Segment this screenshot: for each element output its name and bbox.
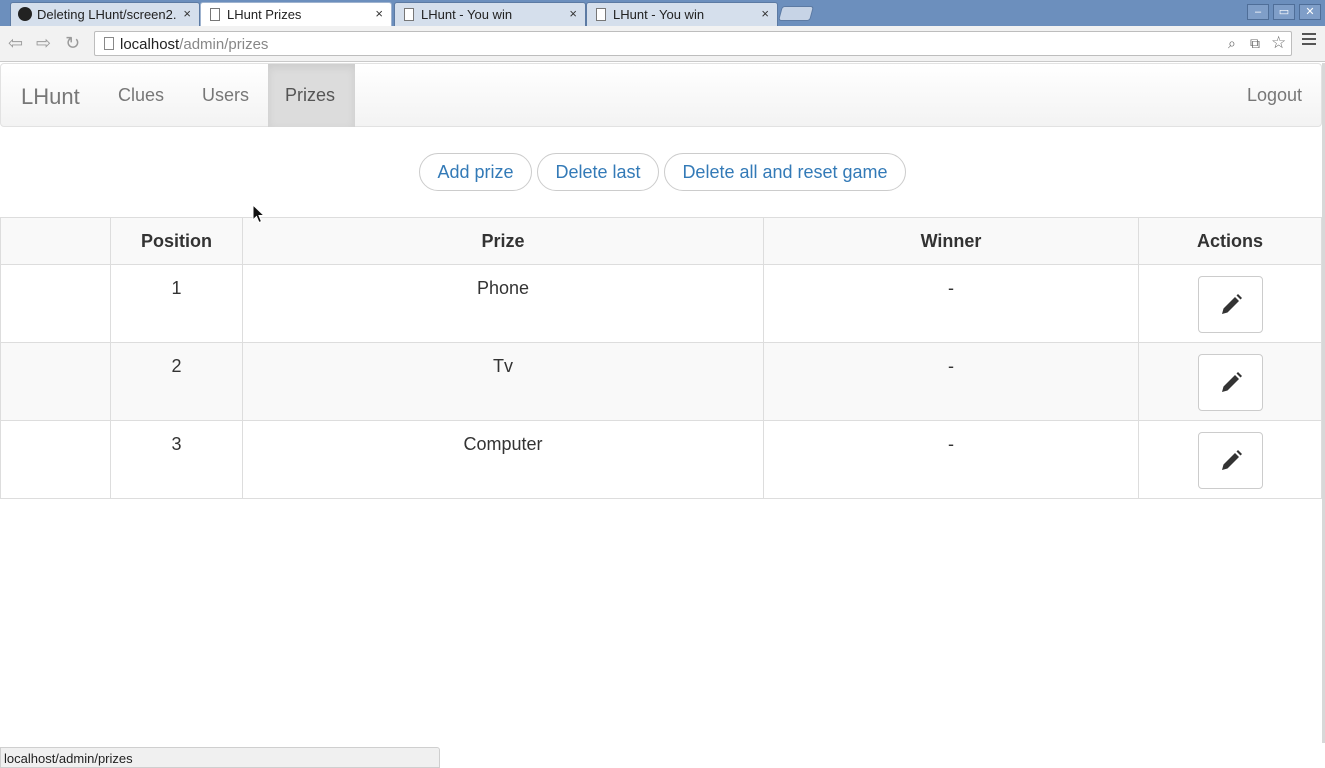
restore-button[interactable]: ▭ <box>1273 4 1295 20</box>
prize-cell: Phone <box>242 264 764 343</box>
forward-icon[interactable]: ⇨ <box>36 32 51 54</box>
pencil-icon <box>1221 450 1242 470</box>
app-navbar: LHunt Clues Users Prizes Logout <box>0 63 1322 127</box>
tab-close-icon[interactable]: × <box>375 6 383 21</box>
delete-last-button[interactable]: Delete last <box>537 153 659 191</box>
translate-icon[interactable]: ⧉ <box>1250 35 1260 52</box>
edit-prize-button[interactable] <box>1197 354 1263 411</box>
brand-logo[interactable]: LHunt <box>21 84 80 110</box>
tab-close-icon[interactable]: × <box>183 6 191 21</box>
reset-game-button[interactable]: Delete all and reset game <box>664 153 906 191</box>
position-cell: 3 <box>110 420 243 499</box>
tab-title: Deleting LHunt/screen2. <box>37 7 177 22</box>
nav-link-clues[interactable]: Clues <box>101 64 181 127</box>
column-header-position: Position <box>110 217 243 265</box>
url-path: /admin/prizes <box>179 36 269 53</box>
browser-toolbar: ⇦ ⇨ ↻ localhost/admin/prizes ⌕ ⧉ ☆ <box>0 26 1325 62</box>
bookmark-star-icon[interactable]: ☆ <box>1271 33 1286 53</box>
page-icon <box>596 8 606 21</box>
nav-link-users[interactable]: Users <box>185 64 266 127</box>
github-icon <box>18 7 32 21</box>
tab-title: LHunt Prizes <box>227 7 302 22</box>
row-blank-cell <box>0 420 111 499</box>
mouse-cursor-icon <box>252 204 266 224</box>
table-row: 1 Phone - <box>0 264 1322 343</box>
pencil-icon <box>1221 372 1242 392</box>
tab-title: LHunt - You win <box>421 7 513 22</box>
add-prize-button[interactable]: Add prize <box>419 153 532 191</box>
actions-cell <box>1138 420 1322 499</box>
page-icon <box>104 37 114 50</box>
logout-link[interactable]: Logout <box>1247 64 1302 126</box>
prize-cell: Computer <box>242 420 764 499</box>
reload-icon[interactable]: ↻ <box>65 32 80 54</box>
url-host: localhost <box>120 36 180 53</box>
position-cell: 2 <box>110 342 243 421</box>
edit-prize-button[interactable] <box>1197 276 1263 333</box>
column-header-actions: Actions <box>1138 217 1322 265</box>
browser-tab-active[interactable]: LHunt Prizes × <box>200 2 392 27</box>
zoom-icon[interactable]: ⌕ <box>1228 35 1236 52</box>
column-header-winner: Winner <box>763 217 1139 265</box>
table-header-row: Position Prize Winner Actions <box>0 217 1322 265</box>
browser-tab[interactable]: LHunt - You win × <box>586 2 778 26</box>
actions-cell <box>1138 342 1322 421</box>
table-row: 3 Computer - <box>0 420 1322 499</box>
nav-link-prizes[interactable]: Prizes <box>268 64 355 127</box>
column-header-blank <box>0 217 111 265</box>
column-header-prize: Prize <box>242 217 764 265</box>
pencil-icon <box>1221 294 1242 314</box>
address-url[interactable]: localhost/admin/prizes <box>120 36 268 53</box>
browser-menu-icon[interactable] <box>1302 33 1316 47</box>
row-blank-cell <box>0 342 111 421</box>
edit-prize-button[interactable] <box>1197 432 1263 489</box>
back-icon[interactable]: ⇦ <box>8 32 23 54</box>
page-icon <box>404 8 414 21</box>
winner-cell: - <box>763 420 1139 499</box>
tab-close-icon[interactable]: × <box>761 6 769 21</box>
close-window-button[interactable]: ✕ <box>1299 4 1321 20</box>
page-content: LHunt Clues Users Prizes Logout Add priz… <box>0 63 1322 768</box>
table-row: 2 Tv - <box>0 342 1322 421</box>
tab-title: LHunt - You win <box>613 7 705 22</box>
address-bar[interactable]: localhost/admin/prizes ⌕ ⧉ ☆ <box>94 31 1292 56</box>
position-cell: 1 <box>110 264 243 343</box>
browser-titlebar: Deleting LHunt/screen2. × LHunt Prizes ×… <box>0 0 1325 27</box>
prize-cell: Tv <box>242 342 764 421</box>
prizes-table: Position Prize Winner Actions 1 Phone - <box>0 217 1322 499</box>
winner-cell: - <box>763 342 1139 421</box>
page-icon <box>210 8 220 21</box>
minimize-button[interactable]: – <box>1247 4 1269 20</box>
browser-tab[interactable]: Deleting LHunt/screen2. × <box>10 2 200 26</box>
row-blank-cell <box>0 264 111 343</box>
winner-cell: - <box>763 264 1139 343</box>
new-tab-button[interactable] <box>777 6 815 21</box>
browser-tab[interactable]: LHunt - You win × <box>394 2 586 26</box>
status-bar: localhost/admin/prizes <box>0 747 440 768</box>
actions-cell <box>1138 264 1322 343</box>
tab-close-icon[interactable]: × <box>569 6 577 21</box>
